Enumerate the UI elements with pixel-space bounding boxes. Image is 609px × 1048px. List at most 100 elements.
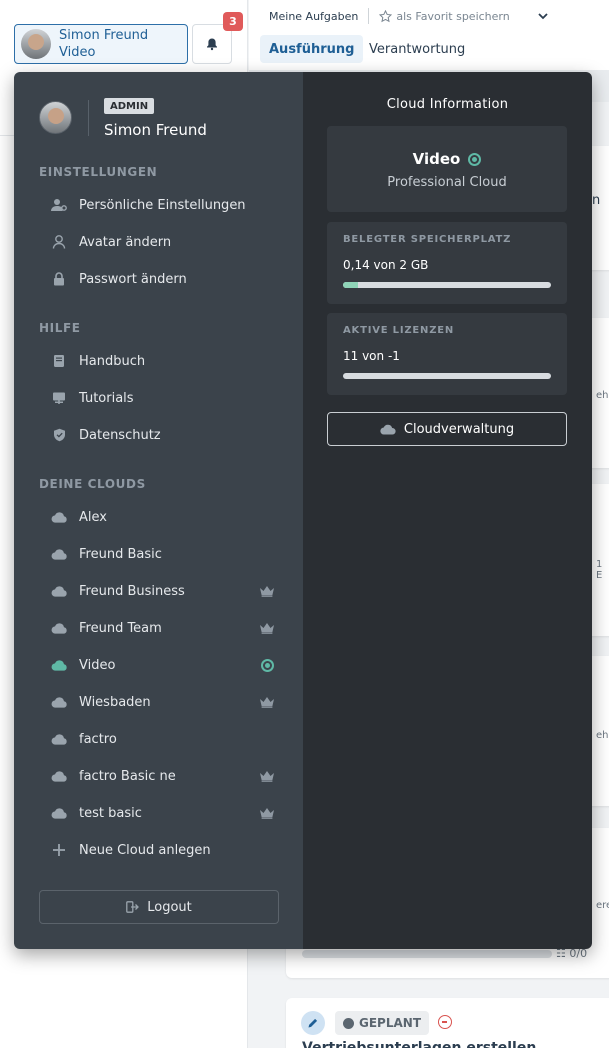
- logout-button[interactable]: Logout: [39, 890, 279, 924]
- cloud-info-column: Cloud Information Video Professional Clo…: [303, 72, 592, 949]
- card-text-fragment: ehe: [596, 390, 609, 401]
- cloud-item[interactable]: Alex: [39, 502, 279, 532]
- cloud-icon: [51, 622, 67, 634]
- cloud-item-label: test basic: [79, 805, 142, 821]
- menu-item-tutorials[interactable]: Tutorials: [39, 383, 279, 413]
- menu-item-new-cloud[interactable]: Neue Cloud anlegen: [39, 835, 279, 865]
- cloud-icon: [51, 807, 67, 819]
- cloud-item[interactable]: test basic: [39, 798, 279, 828]
- current-cloud-name: Video: [59, 45, 96, 60]
- cloud-management-button[interactable]: Cloudverwaltung: [327, 412, 567, 446]
- user-dropdown-panel: ADMIN Simon Freund EINSTELLUNGEN Persönl…: [14, 72, 592, 949]
- cloud-item-indicator: [255, 585, 279, 597]
- cloud-item[interactable]: Freund Basic: [39, 539, 279, 569]
- cloud-item-indicator: [255, 658, 279, 672]
- notification-count-badge: 3: [223, 12, 243, 31]
- menu-item-label: Persönliche Einstellungen: [79, 197, 246, 213]
- tab-ausfuehrung[interactable]: Ausführung: [260, 35, 364, 63]
- cloud-item-label: Wiesbaden: [79, 694, 151, 710]
- user-name: Simon Freund: [59, 28, 149, 43]
- storage-card: BELEGTER SPEICHERPLATZ 0,14 von 2 GB: [327, 222, 567, 304]
- menu-item-label: Tutorials: [79, 390, 134, 406]
- active-radio-icon: [468, 152, 482, 166]
- save-favorite-button[interactable]: als Favorit speichern: [379, 9, 510, 23]
- cloud-icon: [51, 548, 67, 560]
- logout-icon: [126, 901, 140, 913]
- lock-icon: [54, 272, 64, 286]
- menu-item-label: Datenschutz: [79, 427, 161, 443]
- section-title-settings: EINSTELLUNGEN: [39, 165, 158, 179]
- crown-icon: [260, 586, 274, 597]
- cloud-item-label: Alex: [79, 509, 107, 525]
- save-favorite-label: als Favorit speichern: [396, 9, 510, 23]
- book-icon: [54, 355, 64, 367]
- cloud-item-indicator: [255, 807, 279, 819]
- storage-progress-bar: [343, 282, 551, 288]
- menu-item-privacy[interactable]: Datenschutz: [39, 420, 279, 450]
- cloud-item-label: Freund Business: [79, 583, 185, 599]
- current-cloud-card: Video Professional Cloud: [327, 126, 567, 212]
- user-icon: [52, 235, 66, 249]
- plus-icon: [53, 844, 65, 856]
- remove-circle-icon[interactable]: [438, 1015, 452, 1029]
- star-icon: [379, 9, 393, 22]
- cloud-icon: [51, 585, 67, 597]
- user-gear-icon: [51, 199, 67, 211]
- storage-label: BELEGTER SPEICHERPLATZ: [343, 234, 512, 245]
- profile-name: Simon Freund: [104, 121, 207, 139]
- crown-icon: [260, 808, 274, 819]
- edit-task-button[interactable]: [301, 1011, 325, 1035]
- cloud-item-label: Video: [79, 657, 116, 673]
- menu-item-change-avatar[interactable]: Avatar ändern: [39, 227, 279, 257]
- card-text-fragment: ere: [596, 900, 609, 911]
- licenses-card: AKTIVE LIZENZEN 11 von -1: [327, 313, 567, 395]
- menu-item-personal-settings[interactable]: Persönliche Einstellungen: [39, 190, 279, 220]
- bell-icon: [207, 38, 217, 51]
- menu-item-manual[interactable]: Handbuch: [39, 346, 279, 376]
- cloud-item-indicator: [255, 622, 279, 634]
- breadcrumb-separator: [368, 8, 370, 24]
- menu-item-change-password[interactable]: Passwort ändern: [39, 264, 279, 294]
- storage-value: 0,14 von 2 GB: [343, 258, 429, 272]
- avatar: [39, 101, 72, 134]
- status-label: GEPLANT: [359, 1016, 422, 1030]
- status-dot-icon: [343, 1017, 354, 1029]
- cloud-item[interactable]: factro Basic ne: [39, 761, 279, 791]
- current-cloud-name: Video: [412, 150, 461, 168]
- cloud-info-title: Cloud Information: [386, 97, 509, 112]
- cloud-icon: [51, 511, 67, 523]
- cloud-item[interactable]: Video: [39, 650, 279, 680]
- cloud-item[interactable]: Wiesbaden: [39, 687, 279, 717]
- chevron-down-icon[interactable]: [537, 10, 549, 22]
- crown-icon: [260, 697, 274, 708]
- cloud-item[interactable]: Freund Business: [39, 576, 279, 606]
- cloud-item[interactable]: Freund Team: [39, 613, 279, 643]
- licenses-progress-bar: [343, 373, 551, 379]
- pencil-icon: [308, 1018, 318, 1028]
- avatar: [21, 29, 51, 59]
- task-progress-bar: [302, 950, 552, 958]
- task-title: Vertriebsunterlagen erstellen: [302, 1040, 537, 1048]
- cloud-management-label: Cloudverwaltung: [403, 421, 515, 437]
- active-radio-icon: [260, 658, 274, 672]
- cloud-item-label: factro: [79, 731, 117, 747]
- cloud-item-indicator: [255, 696, 279, 708]
- user-menu-button[interactable]: Simon Freund Video: [14, 24, 188, 64]
- cloud-type: Professional Cloud: [387, 175, 507, 190]
- tab-verantwortung[interactable]: Verantwortung: [360, 35, 474, 63]
- storage-progress-fill: [343, 282, 358, 288]
- cloud-item[interactable]: factro: [39, 724, 279, 754]
- licenses-label: AKTIVE LIZENZEN: [343, 325, 455, 336]
- cloud-icon: [51, 696, 67, 708]
- card-text-fragment: n: [592, 193, 601, 208]
- cloud-item-label: Freund Team: [79, 620, 162, 636]
- section-title-help: HILFE: [39, 321, 81, 335]
- crown-icon: [260, 623, 274, 634]
- breadcrumb[interactable]: Meine Aufgaben: [269, 10, 358, 23]
- user-menu-column: ADMIN Simon Freund EINSTELLUNGEN Persönl…: [14, 72, 303, 949]
- cloud-item-indicator: [255, 770, 279, 782]
- cloud-item-label: factro Basic ne: [79, 768, 176, 784]
- menu-item-label: Neue Cloud anlegen: [79, 842, 211, 858]
- status-badge[interactable]: GEPLANT: [335, 1011, 430, 1035]
- cloud-icon: [380, 424, 396, 435]
